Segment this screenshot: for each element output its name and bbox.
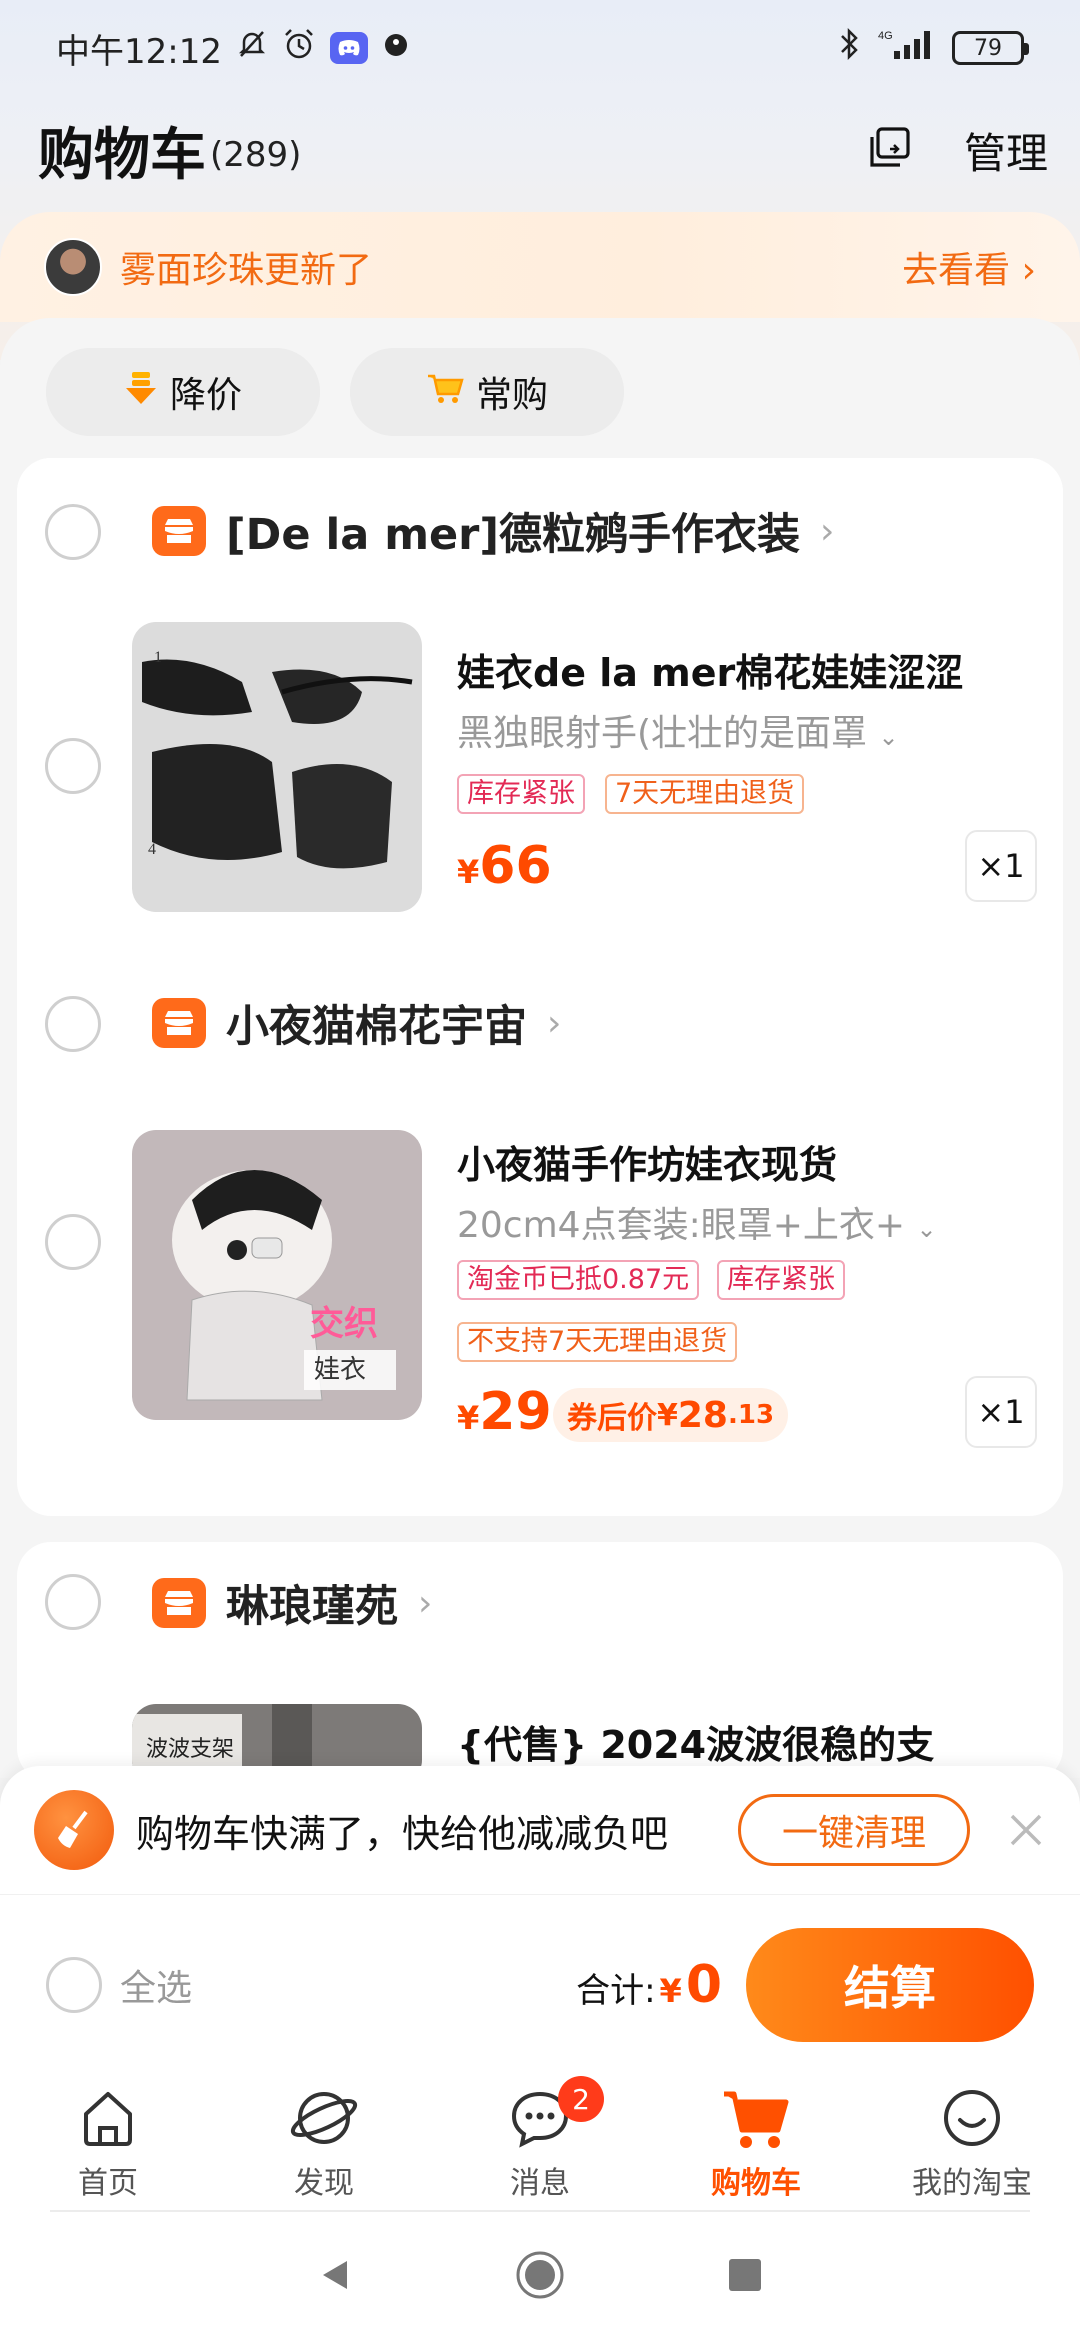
tab-cart[interactable]: 购物车 bbox=[666, 2086, 846, 2202]
shop-card: 琳琅瑾苑 › 波波支架 {代售} 2024波波很稳的支 bbox=[17, 1542, 1063, 1784]
tag-return-policy: 7天无理由退货 bbox=[605, 774, 805, 814]
battery-indicator: 79 bbox=[952, 31, 1029, 65]
product-price: ¥29 bbox=[457, 1382, 552, 1442]
product-title[interactable]: 小夜猫手作坊娃衣现货 bbox=[457, 1134, 837, 1189]
tag-low-stock: 库存紧张 bbox=[717, 1260, 845, 1300]
cart-header: 购物车 (289) 管理 bbox=[38, 110, 1048, 190]
select-all-radio[interactable] bbox=[46, 1956, 102, 2013]
bottom-tab-bar: 首页 发现 2 消息 购物车 我的淘宝 bbox=[0, 2074, 1080, 2214]
tag-low-stock: 库存紧张 bbox=[457, 774, 585, 814]
cleanup-banner: 购物车快满了，快给他减减负吧 一键清理 bbox=[0, 1766, 1080, 1894]
quantity-stepper[interactable]: ×1 bbox=[965, 830, 1037, 902]
manage-button[interactable]: 管理 bbox=[964, 120, 1048, 181]
product-title[interactable]: 娃衣de la mer棉花娃娃涩涩 bbox=[457, 642, 963, 697]
planet-icon bbox=[288, 2086, 360, 2154]
svg-text:1: 1 bbox=[154, 649, 162, 666]
shop-name: 琳琅瑾苑 bbox=[226, 1582, 398, 1632]
shop-header[interactable]: [De la mer]德粒鹓手作衣装 › bbox=[152, 500, 834, 562]
tab-messages[interactable]: 2 消息 bbox=[450, 2076, 630, 2202]
product-sku[interactable]: 20cm4点套装:眼罩+上衣+ ⌄ bbox=[457, 1196, 937, 1248]
store-icon bbox=[152, 1578, 206, 1628]
back-icon[interactable] bbox=[315, 2255, 355, 2299]
update-banner-text: 雾面珍珠更新了 bbox=[120, 250, 373, 291]
cleanup-text: 购物车快满了，快给他减减负吧 bbox=[136, 1811, 669, 1856]
shop-select-radio[interactable] bbox=[45, 996, 101, 1052]
home-icon bbox=[76, 2086, 140, 2154]
product-price: ¥66 bbox=[457, 836, 552, 896]
filter-frequent[interactable]: 常购 bbox=[350, 348, 624, 436]
filter-price-drop[interactable]: 降价 bbox=[46, 348, 320, 436]
cart-count: (289) bbox=[210, 135, 302, 175]
tab-home[interactable]: 首页 bbox=[18, 2086, 198, 2202]
svg-text:4G: 4G bbox=[878, 30, 893, 42]
one-click-clean-button[interactable]: 一键清理 bbox=[738, 1794, 970, 1866]
svg-text:交织: 交织 bbox=[310, 1304, 378, 1344]
app-dot-icon bbox=[382, 28, 410, 68]
status-time: 中午12:12 bbox=[56, 31, 222, 72]
broom-icon bbox=[34, 1790, 114, 1870]
alarm-icon bbox=[282, 27, 316, 70]
svg-text:波波支架: 波波支架 bbox=[146, 1737, 234, 1762]
divider bbox=[50, 2210, 1030, 2212]
recents-icon[interactable] bbox=[725, 2255, 765, 2299]
product-title[interactable]: {代售} 2024波波很稳的支 bbox=[457, 1714, 934, 1769]
unread-badge: 2 bbox=[558, 2076, 604, 2122]
shop-card: [De la mer]德粒鹓手作衣装 › 1 4 娃衣de la mer棉花娃娃… bbox=[17, 458, 1063, 948]
bluetooth-icon bbox=[838, 26, 862, 71]
item-select-radio[interactable] bbox=[45, 1214, 101, 1270]
tab-my-taobao[interactable]: 我的淘宝 bbox=[882, 2086, 1062, 2202]
shop-header[interactable]: 琳琅瑾苑 › bbox=[152, 1572, 432, 1634]
mute-bell-icon bbox=[236, 28, 268, 69]
shop-select-radio[interactable] bbox=[45, 1574, 101, 1630]
system-navigation bbox=[0, 2214, 1080, 2340]
svg-text:4: 4 bbox=[148, 841, 156, 858]
quantity-stepper[interactable]: ×1 bbox=[965, 1376, 1037, 1448]
update-banner[interactable]: 雾面珍珠更新了 去看看 › bbox=[0, 212, 1080, 322]
close-icon[interactable] bbox=[1006, 1810, 1046, 1850]
shopping-cart-icon bbox=[720, 2086, 792, 2154]
product-sku[interactable]: 黑独眼射手(壮壮的是面罩 ⌄ bbox=[457, 704, 899, 756]
shop-name: [De la mer]德粒鹓手作衣装 bbox=[226, 510, 801, 560]
multi-window-icon[interactable] bbox=[868, 125, 914, 175]
discord-icon bbox=[329, 32, 368, 64]
smile-icon bbox=[940, 2086, 1004, 2154]
shop-name: 小夜猫棉花宇宙 bbox=[226, 1002, 527, 1052]
home-button-icon[interactable] bbox=[515, 2250, 565, 2304]
shop-header[interactable]: 小夜猫棉花宇宙 › bbox=[152, 992, 561, 1054]
chevron-right-icon: › bbox=[418, 1582, 433, 1624]
svg-text:娃衣: 娃衣 bbox=[314, 1355, 366, 1385]
tag-coin-discount: 淘金币已抵0.87元 bbox=[457, 1260, 700, 1300]
filter-chips-row: 降价 常购 bbox=[46, 348, 624, 436]
price-drop-icon bbox=[124, 370, 158, 415]
item-select-radio[interactable] bbox=[45, 738, 101, 794]
avatar bbox=[44, 238, 102, 296]
tab-discover[interactable]: 发现 bbox=[234, 2086, 414, 2202]
checkout-button[interactable]: 结算 bbox=[746, 1927, 1034, 2042]
chevron-right-icon: › bbox=[820, 510, 835, 552]
product-image[interactable]: 交织 娃衣 bbox=[132, 1130, 422, 1420]
signal-icon: 4G bbox=[876, 27, 938, 70]
select-all[interactable]: 全选 bbox=[46, 1956, 192, 2013]
status-bar: 中午12:12 4G 79 bbox=[0, 0, 1080, 96]
page-title: 购物车 bbox=[38, 122, 206, 188]
chevron-right-icon: › bbox=[547, 1002, 562, 1044]
card-2-content: 小夜猫棉花宇宙 › 交织 娃衣 小夜猫手作坊娃衣现货 20cm4点套装:眼罩+上… bbox=[17, 968, 1063, 1518]
coupon-price-badge: 券后价 ¥28.13 bbox=[553, 1388, 789, 1442]
store-icon bbox=[152, 998, 206, 1048]
cart-icon bbox=[426, 370, 464, 415]
view-link[interactable]: 去看看 › bbox=[902, 241, 1036, 293]
total-price: 合计: ¥ 0 bbox=[576, 1954, 722, 2015]
checkout-bar: 全选 合计: ¥ 0 结算 bbox=[0, 1894, 1080, 2074]
product-image[interactable]: 1 4 bbox=[132, 622, 422, 912]
tag-return-policy: 不支持7天无理由退货 bbox=[457, 1322, 738, 1362]
store-icon bbox=[152, 506, 206, 556]
shop-select-radio[interactable] bbox=[45, 504, 101, 560]
